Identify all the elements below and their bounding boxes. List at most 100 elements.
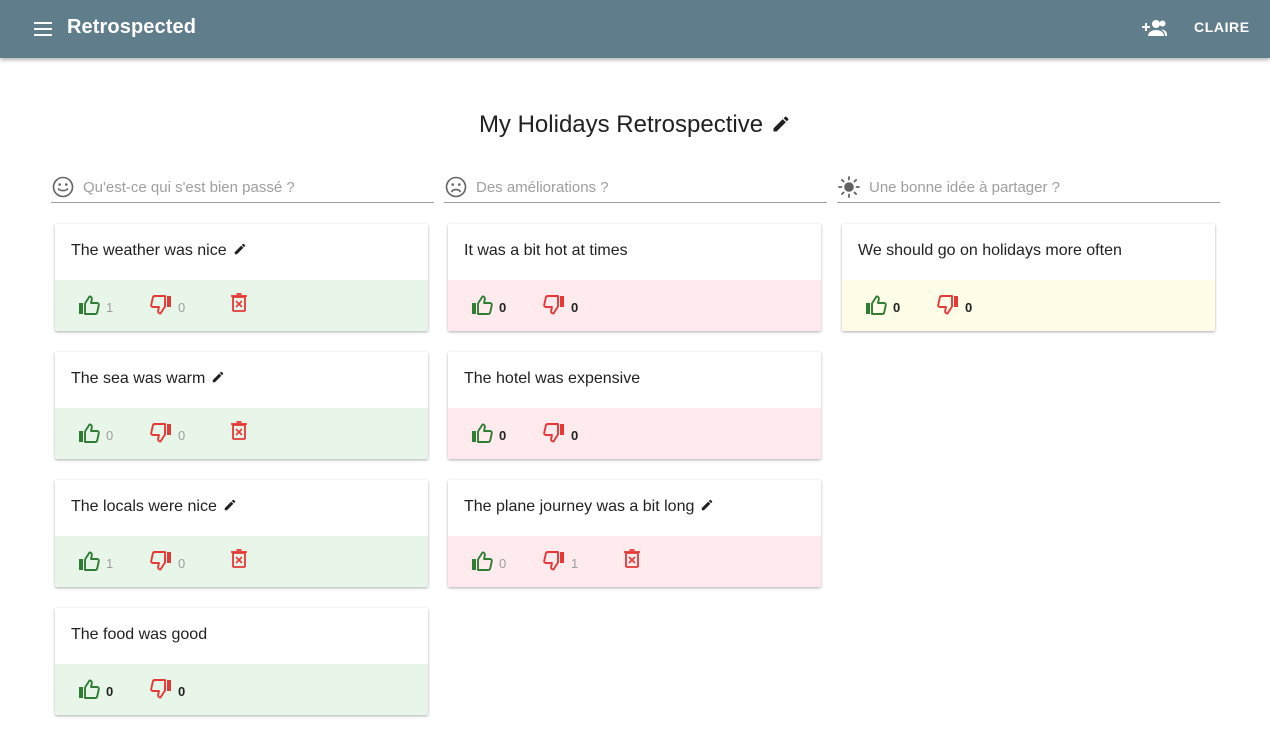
post-card: The hotel was expensive 0 0 — [448, 352, 821, 459]
post-actions: 1 0 — [55, 536, 428, 587]
user-button[interactable]: CLAIRE — [1186, 19, 1258, 35]
column-improvements — [444, 172, 827, 203]
thumb-down-icon — [542, 549, 566, 578]
dislike-button[interactable]: 0 — [149, 677, 185, 706]
thumb-up-icon — [77, 421, 101, 450]
like-button[interactable]: 0 — [470, 421, 506, 450]
delete-icon — [230, 293, 248, 318]
thumb-down-icon — [149, 677, 173, 706]
dislike-button[interactable]: 1 — [542, 549, 578, 578]
edit-pencil-icon[interactable] — [233, 242, 247, 261]
post-actions: 0 0 — [55, 408, 428, 459]
post-card: It was a bit hot at times 0 0 — [448, 224, 821, 331]
edit-pencil-icon[interactable] — [223, 498, 237, 517]
dislike-button[interactable]: 0 — [936, 293, 972, 322]
post-card: The weather was nice 1 0 — [55, 224, 428, 331]
sad-face-icon — [445, 176, 467, 198]
post-card: The plane journey was a bit long 0 1 — [448, 480, 821, 587]
like-count: 0 — [499, 556, 507, 571]
edit-pencil-icon[interactable] — [700, 498, 714, 517]
dislike-count: 0 — [178, 684, 186, 699]
like-button[interactable]: 0 — [864, 293, 900, 322]
post-content: The sea was warm — [55, 352, 428, 408]
dislike-button[interactable]: 0 — [149, 293, 185, 322]
dislike-count: 0 — [965, 300, 973, 315]
ideas-input[interactable] — [869, 178, 1199, 196]
delete-icon — [230, 549, 248, 574]
improvements-input[interactable] — [476, 178, 806, 196]
post-content: The food was good — [55, 608, 428, 664]
thumb-up-icon — [864, 293, 888, 322]
like-button[interactable]: 0 — [470, 549, 506, 578]
column-input-row — [51, 172, 434, 203]
thumb-up-icon — [77, 549, 101, 578]
post-card: The locals were nice 1 0 — [55, 480, 428, 587]
edit-pencil-icon[interactable] — [211, 370, 225, 389]
dislike-count: 0 — [178, 556, 186, 571]
post-text: The sea was warm — [71, 370, 206, 387]
board-title: My Holidays Retrospective — [478, 111, 764, 138]
thumb-up-icon — [470, 293, 494, 322]
post-content: The plane journey was a bit long — [448, 480, 821, 536]
dislike-count: 0 — [571, 428, 579, 443]
post-content: The hotel was expensive — [448, 352, 821, 408]
like-button[interactable]: 1 — [77, 293, 113, 322]
post-actions: 1 0 — [55, 280, 428, 331]
delete-icon — [230, 421, 248, 446]
like-count: 1 — [106, 300, 114, 315]
post-content: The locals were nice — [55, 480, 428, 536]
post-content: We should go on holidays more often — [842, 224, 1215, 280]
post-content: The weather was nice — [55, 224, 428, 280]
like-count: 0 — [893, 300, 901, 315]
app-bar: Retrospected CLAIRE — [0, 0, 1270, 58]
delete-button[interactable] — [230, 549, 248, 574]
thumb-down-icon — [149, 549, 173, 578]
post-content: It was a bit hot at times — [448, 224, 821, 280]
add-user-icon[interactable] — [1140, 15, 1168, 41]
like-count: 0 — [499, 300, 507, 315]
column-went-well — [51, 172, 434, 203]
dislike-count: 0 — [571, 300, 579, 315]
post-card: We should go on holidays more often 0 0 — [842, 224, 1215, 331]
like-count: 0 — [106, 684, 114, 699]
dislike-button[interactable]: 0 — [542, 293, 578, 322]
app-title: Retrospected — [67, 16, 197, 38]
post-actions: 0 0 — [448, 280, 821, 331]
delete-button[interactable] — [230, 421, 248, 446]
post-text: The hotel was expensive — [464, 370, 641, 387]
smiley-icon — [52, 176, 74, 198]
menu-icon[interactable] — [31, 17, 55, 41]
post-text: The plane journey was a bit long — [464, 498, 695, 515]
dislike-button[interactable]: 0 — [149, 421, 185, 450]
dislike-button[interactable]: 0 — [149, 549, 185, 578]
like-button[interactable]: 0 — [470, 293, 506, 322]
post-text: We should go on holidays more often — [858, 242, 1122, 259]
column-input-row — [444, 172, 827, 203]
thumb-down-icon — [149, 421, 173, 450]
like-button[interactable]: 0 — [77, 677, 113, 706]
thumb-down-icon — [542, 293, 566, 322]
thumb-down-icon — [936, 293, 960, 322]
delete-button[interactable] — [623, 549, 641, 574]
delete-button[interactable] — [230, 293, 248, 318]
column-ideas — [837, 172, 1220, 203]
like-count: 1 — [106, 556, 114, 571]
board-title-container: My Holidays Retrospective — [0, 111, 1270, 141]
sun-icon — [838, 176, 860, 198]
dislike-count: 0 — [178, 428, 186, 443]
like-button[interactable]: 0 — [77, 421, 113, 450]
thumb-up-icon — [470, 421, 494, 450]
edit-pencil-icon[interactable] — [771, 113, 791, 141]
post-card: The sea was warm 0 0 — [55, 352, 428, 459]
post-text: The locals were nice — [71, 498, 217, 515]
thumb-down-icon — [542, 421, 566, 450]
thumb-down-icon — [149, 293, 173, 322]
post-actions: 0 0 — [842, 280, 1215, 331]
dislike-count: 0 — [178, 300, 186, 315]
like-button[interactable]: 1 — [77, 549, 113, 578]
went-well-input[interactable] — [83, 178, 413, 196]
post-text: The weather was nice — [71, 242, 227, 259]
post-card: The food was good 0 0 — [55, 608, 428, 715]
post-actions: 0 0 — [448, 408, 821, 459]
dislike-button[interactable]: 0 — [542, 421, 578, 450]
